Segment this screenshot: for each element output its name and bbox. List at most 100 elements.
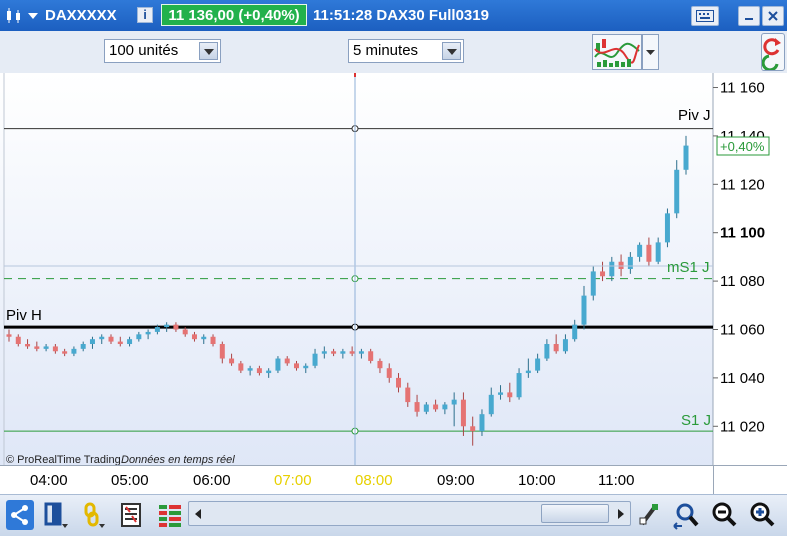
y-tick-label: 11 160 bbox=[720, 80, 765, 97]
candle-body bbox=[275, 358, 281, 371]
scrollbar-thumb[interactable] bbox=[541, 504, 609, 523]
candle-body bbox=[117, 341, 123, 345]
keyboard-icon[interactable] bbox=[691, 6, 719, 26]
realtime-note: Données en temps réel bbox=[121, 454, 235, 465]
candle-body bbox=[247, 368, 253, 371]
minimize-button[interactable] bbox=[738, 6, 760, 26]
price-badge: 11 136,00 (+0,40%) bbox=[161, 4, 307, 26]
candle-body bbox=[405, 387, 411, 403]
period-select[interactable]: 5 minutes bbox=[348, 39, 464, 63]
candle-body bbox=[71, 348, 77, 354]
symbol-label[interactable]: DAXXXXX bbox=[45, 5, 117, 26]
candle-body bbox=[219, 344, 225, 359]
candle-body bbox=[646, 244, 652, 262]
x-tick-0800: 08:00 bbox=[355, 472, 393, 489]
candle-body bbox=[210, 336, 216, 345]
zoom-in-icon[interactable] bbox=[748, 500, 776, 530]
x-tick-0700: 07:00 bbox=[274, 472, 312, 489]
candle-body bbox=[229, 358, 235, 364]
candle-body bbox=[664, 213, 670, 243]
candle-body bbox=[683, 145, 689, 170]
y-tick-label: 11 100 bbox=[720, 225, 765, 242]
candle-body bbox=[293, 363, 299, 369]
x-axis: 04:00 05:00 06:00 07:00 08:00 09:00 10:0… bbox=[0, 465, 713, 495]
candle-body bbox=[525, 370, 531, 374]
x-axis-corner bbox=[713, 465, 787, 494]
refresh-arrows-icon bbox=[761, 38, 781, 72]
candle-body bbox=[442, 404, 448, 410]
candle-body bbox=[266, 370, 272, 374]
side-panel-button[interactable] bbox=[761, 33, 785, 72]
candle bbox=[590, 266, 596, 301]
grid-table-icon[interactable] bbox=[156, 500, 184, 530]
y-tick-label: 11 060 bbox=[720, 321, 765, 338]
candle-body bbox=[6, 334, 12, 337]
candle-body bbox=[553, 344, 559, 352]
piv-j-label: Piv J bbox=[678, 107, 711, 124]
candle-body bbox=[544, 344, 550, 359]
units-select-arrow-icon[interactable] bbox=[199, 42, 218, 60]
candle-body bbox=[284, 358, 290, 364]
zoom-fit-icon[interactable] bbox=[672, 500, 700, 530]
info-icon[interactable]: i bbox=[137, 7, 153, 23]
candle-body bbox=[89, 339, 95, 345]
candle-body bbox=[396, 377, 402, 388]
y-tick-label: 11 040 bbox=[720, 370, 765, 387]
link-icon[interactable] bbox=[80, 500, 108, 530]
candle-body bbox=[516, 373, 522, 398]
piv-h-label: Piv H bbox=[6, 307, 42, 324]
candle-body bbox=[590, 271, 596, 296]
candle-body bbox=[25, 344, 31, 347]
units-select[interactable]: 100 unités bbox=[104, 39, 221, 63]
units-select-value: 100 unités bbox=[109, 42, 179, 59]
indicators-dropdown[interactable] bbox=[642, 34, 659, 70]
candle-body bbox=[127, 339, 133, 345]
y-tick-label: 11 120 bbox=[720, 176, 765, 193]
candle-body bbox=[340, 351, 346, 354]
candle-body bbox=[164, 324, 170, 328]
share-icon[interactable] bbox=[6, 500, 34, 530]
candle-body bbox=[507, 392, 513, 398]
copyright-text: © ProRealTime Trading bbox=[6, 454, 121, 465]
candle-body bbox=[451, 399, 457, 405]
y-tick-label: 11 080 bbox=[720, 273, 765, 290]
candle-body bbox=[414, 402, 420, 412]
candle-body bbox=[52, 346, 58, 352]
candle-body bbox=[674, 169, 680, 214]
candle-body bbox=[331, 351, 337, 354]
chevron-down-icon bbox=[646, 50, 655, 55]
candle-body bbox=[191, 334, 197, 340]
close-button[interactable] bbox=[762, 6, 784, 26]
candle-body bbox=[349, 351, 355, 354]
x-tick-0400: 04:00 bbox=[30, 472, 68, 489]
period-select-arrow-icon[interactable] bbox=[442, 42, 461, 60]
price-chart-svg[interactable]: 11 16011 14011 12011 10011 08011 06011 0… bbox=[0, 73, 787, 466]
s1-j-label: S1 J bbox=[681, 412, 711, 429]
candle-body bbox=[562, 339, 568, 352]
candle-body bbox=[173, 324, 179, 330]
candle-body bbox=[99, 336, 105, 340]
dropdown-arrow-icon[interactable] bbox=[27, 12, 39, 20]
drawing-tools-icon[interactable] bbox=[636, 500, 664, 530]
candle-body bbox=[423, 404, 429, 412]
candle-body bbox=[581, 295, 587, 325]
title-bar: DAXXXXX i 11 136,00 (+0,40%) 11:51:28 DA… bbox=[0, 0, 787, 31]
candle-body bbox=[80, 344, 86, 349]
scroll-right-icon[interactable] bbox=[616, 508, 626, 520]
zoom-out-icon[interactable] bbox=[710, 500, 738, 530]
candle-body bbox=[303, 365, 309, 369]
x-tick-0900: 09:00 bbox=[437, 472, 475, 489]
candle-body bbox=[15, 336, 21, 345]
horizontal-scrollbar[interactable] bbox=[188, 501, 631, 526]
candle-body bbox=[43, 346, 49, 349]
price-chart[interactable]: 11 160 11 140 11 120 11 100 11 080 11 060 11 0… bbox=[0, 73, 787, 466]
candle-body bbox=[479, 414, 485, 432]
window-layout-icon[interactable] bbox=[42, 500, 70, 530]
candle-body bbox=[433, 404, 439, 410]
x-tick-1100: 11:00 bbox=[598, 472, 635, 489]
indicators-button[interactable] bbox=[592, 34, 642, 70]
order-book-icon[interactable] bbox=[118, 500, 146, 530]
scroll-left-icon[interactable] bbox=[193, 508, 203, 520]
bottom-toolbar bbox=[0, 494, 787, 536]
candle-body bbox=[201, 336, 207, 340]
